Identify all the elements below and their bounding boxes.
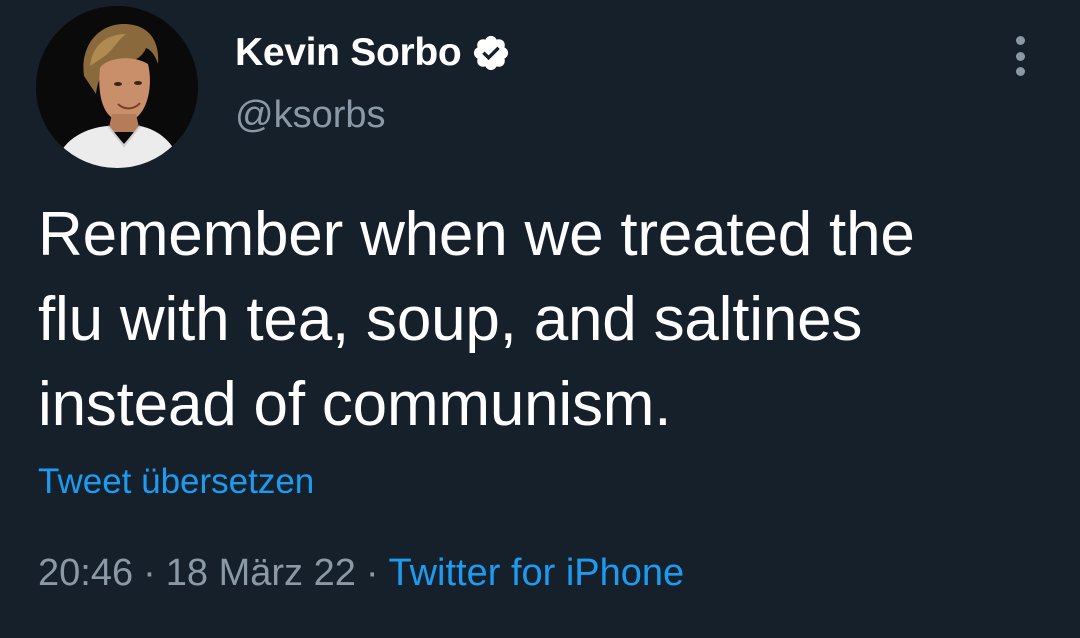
more-dot	[1015, 67, 1025, 76]
tweet-text-line: flu with tea, soup, and saltines	[38, 285, 863, 354]
more-dot	[1015, 51, 1025, 61]
tweet-text-line: Remember when we treated the	[38, 200, 915, 269]
more-dot	[1015, 36, 1025, 45]
user-handle[interactable]: @ksorbs	[235, 94, 511, 137]
tweet-text: Remember when we treated the flu with te…	[38, 192, 1048, 447]
name-row: Kevin Sorbo	[235, 28, 511, 78]
meta-separator: ·	[365, 552, 379, 594]
display-name[interactable]: Kevin Sorbo	[235, 31, 462, 75]
tweet-source-link[interactable]: Twitter for iPhone	[389, 552, 685, 594]
avatar[interactable]	[36, 6, 198, 168]
tweet-card: Kevin Sorbo @ksorbs Remember when we tre…	[0, 0, 1080, 638]
avatar-image	[36, 6, 198, 168]
author-block[interactable]: Kevin Sorbo @ksorbs	[235, 28, 511, 137]
more-options-icon[interactable]	[1010, 36, 1030, 76]
tweet-text-line: instead of communism.	[38, 370, 672, 439]
verified-badge-icon	[471, 33, 511, 73]
tweet-time[interactable]: 20:46	[38, 552, 133, 594]
tweet-date[interactable]: 18 März 22	[166, 552, 356, 594]
translate-tweet-link[interactable]: Tweet übersetzen	[38, 462, 314, 502]
meta-separator: ·	[143, 552, 156, 594]
tweet-meta: 20:46 · 18 März 22 · Twitter for iPhone	[38, 552, 684, 595]
